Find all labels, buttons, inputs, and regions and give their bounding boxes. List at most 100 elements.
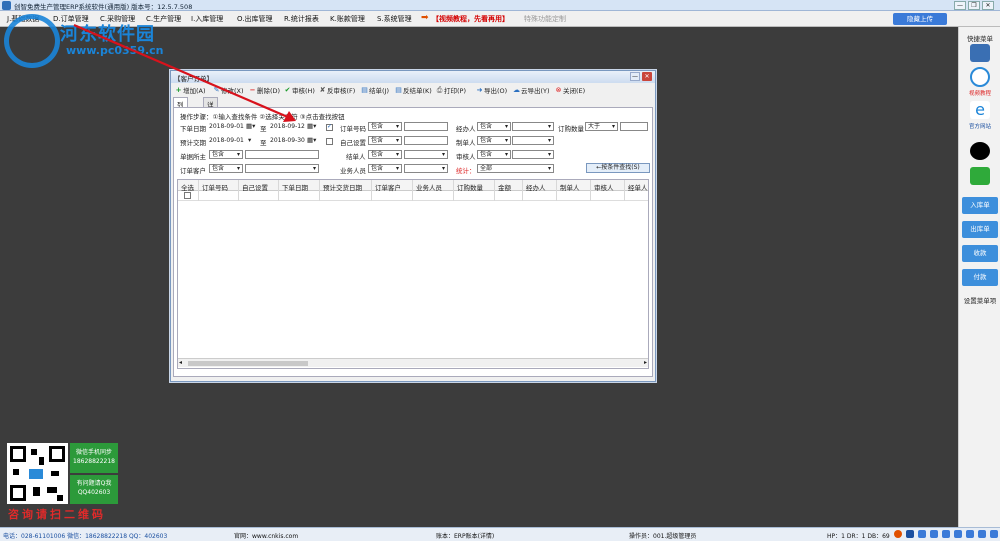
menu-inbound[interactable]: I.入库管理 <box>191 14 223 24</box>
order-no-input[interactable] <box>404 122 448 131</box>
user-icon[interactable] <box>978 530 986 538</box>
close-order-button[interactable]: ▤ 结单(J) <box>361 85 389 95</box>
maximize-button[interactable]: ❐ <box>968 1 980 10</box>
auditor-op-select[interactable]: 包含 <box>477 150 511 159</box>
stat-select[interactable]: 全部 <box>477 164 554 173</box>
grid-divider <box>278 180 279 201</box>
search-button[interactable]: ←按条件查找(S) <box>586 163 650 173</box>
audit-button[interactable]: ✔ 审核(H) <box>284 85 315 95</box>
order-date-from[interactable]: 2018-09-01 <box>209 122 244 131</box>
order-no-op-select[interactable]: 包含 <box>368 122 402 131</box>
plus-icon: + <box>175 85 182 94</box>
edit-icon: ✎ <box>213 85 220 94</box>
export-button[interactable]: ➜ 导出(O) <box>476 85 508 95</box>
grid-divider <box>238 180 239 201</box>
customer-label: 订单客户 <box>180 167 206 175</box>
calendar-icon[interactable]: ▦▾ <box>307 122 316 130</box>
holder-label: 单据所主 <box>180 153 206 161</box>
menu-video-tutorial[interactable]: 【视频教程，先看再用】 <box>432 14 509 24</box>
menu-accounts[interactable]: K.账款管理 <box>330 14 365 24</box>
grid-icon[interactable] <box>990 530 998 538</box>
maker-select[interactable] <box>512 136 554 145</box>
quick-outbound-button[interactable]: 出库单 <box>962 221 998 238</box>
audit-label: 审核(H) <box>292 87 315 95</box>
print-button[interactable]: ⎙ 打印(P) <box>436 85 466 95</box>
punct-icon[interactable] <box>930 530 938 538</box>
minimize-button[interactable]: — <box>954 1 966 10</box>
calendar-icon[interactable]: ▦▾ <box>307 136 316 144</box>
self-set-op-select[interactable]: 包含 <box>368 136 402 145</box>
menu-reports[interactable]: R.统计报表 <box>284 14 319 24</box>
order-date-label: 下单日期 <box>180 125 206 133</box>
wechat-icon[interactable] <box>970 167 990 185</box>
document-icon: ▤ <box>395 85 402 94</box>
scroll-right-icon[interactable]: ▸ <box>644 359 647 366</box>
video-play-icon[interactable] <box>970 67 990 87</box>
table-row <box>178 191 648 201</box>
close-button[interactable]: ⊗ 关闭(E) <box>555 85 586 95</box>
self-set-input[interactable] <box>404 136 448 145</box>
operation-steps: 操作步骤：①输入查找条件 ②选择关系符 ③点击查找按钮 <box>180 113 345 121</box>
qty-label: 订购数量 <box>558 125 584 133</box>
ime-icon[interactable] <box>894 530 902 538</box>
unaudit-button[interactable]: ✘ 反审核(F) <box>319 85 356 95</box>
moon-icon[interactable] <box>918 530 926 538</box>
customer-op-select[interactable]: 包含 <box>209 164 243 173</box>
video-tutorial-label[interactable]: 视频教程 <box>959 89 1000 97</box>
cloud-upload-button[interactable]: 隐藏上传 <box>893 13 947 25</box>
horizontal-scrollbar[interactable]: ◂ ▸ <box>178 358 648 367</box>
maker-op-select[interactable]: 包含 <box>477 136 511 145</box>
calendar-icon[interactable]: ▦▾ <box>246 122 255 130</box>
settle-op-select[interactable]: 包含 <box>368 150 402 159</box>
scroll-thumb[interactable] <box>188 361 308 366</box>
dialog-toolbar: + 增加(A) ✎ 修改(X) − 删除(D) ✔ 审核(H) ✘ 反审核(F) ▤ 结单(… <box>171 83 655 96</box>
settle-select[interactable] <box>404 150 448 159</box>
browser-icon[interactable]: e <box>970 101 990 119</box>
reopen-order-button[interactable]: ▤ 反结单(K) <box>395 85 432 95</box>
qty-input[interactable] <box>620 122 648 131</box>
holder-op-select[interactable]: 包含 <box>209 150 243 159</box>
holder-input[interactable] <box>245 150 319 159</box>
sales-op-select[interactable]: 包含 <box>368 164 402 173</box>
delivery-to[interactable]: 2018-09-30 <box>270 136 305 145</box>
delete-button[interactable]: − 删除(D) <box>249 85 281 95</box>
quick-receive-button[interactable]: 收款 <box>962 245 998 262</box>
quick-inbound-button[interactable]: 入库单 <box>962 197 998 214</box>
menu-settings-link[interactable]: 设置菜单项 <box>959 295 1000 305</box>
delivery-from[interactable]: 2018-09-01 <box>209 136 244 145</box>
quick-pay-button[interactable]: 付款 <box>962 269 998 286</box>
menu-outbound[interactable]: O.出库管理 <box>237 14 272 24</box>
keyboard-icon[interactable] <box>954 530 962 538</box>
calculator-icon[interactable] <box>970 44 990 62</box>
close-window-button[interactable]: ✕ <box>982 1 994 10</box>
dialog-minimize-button[interactable]: — <box>630 72 640 81</box>
menu-system[interactable]: S.系统管理 <box>377 14 412 24</box>
grid-divider <box>624 180 625 201</box>
handler-op-select[interactable]: 包含 <box>477 122 511 131</box>
customer-select[interactable] <box>245 164 319 173</box>
auditor-select[interactable] <box>512 150 554 159</box>
delivery-checkbox[interactable] <box>326 138 333 145</box>
dialog-title: 【客户订单】 <box>174 75 213 83</box>
qty-op-select[interactable]: 大于 <box>585 122 618 131</box>
skin-icon[interactable] <box>966 530 974 538</box>
row-checkbox[interactable] <box>184 192 191 199</box>
mic-icon[interactable] <box>942 530 950 538</box>
grid-divider <box>198 180 199 201</box>
close-label: 关闭(E) <box>563 87 586 95</box>
menu-custom[interactable]: 特殊功能定制 <box>524 14 566 24</box>
lang-icon[interactable] <box>906 530 914 538</box>
order-date-checkbox[interactable] <box>326 123 333 131</box>
official-site-label[interactable]: 官方网站 <box>959 122 1000 130</box>
order-date-to[interactable]: 2018-09-12 <box>270 122 305 131</box>
qq-icon[interactable] <box>970 142 990 160</box>
dropdown-icon[interactable]: ▾ <box>248 136 251 144</box>
scroll-left-icon[interactable]: ◂ <box>179 359 182 366</box>
cloud-export-button[interactable]: ☁ 云导出(Y) <box>513 85 550 95</box>
edit-button[interactable]: ✎ 修改(X) <box>213 85 244 95</box>
sales-select[interactable] <box>404 164 448 173</box>
handler-select[interactable] <box>512 122 554 131</box>
cloud-icon: ☁ <box>513 85 520 94</box>
add-button[interactable]: + 增加(A) <box>175 85 206 95</box>
dialog-close-button[interactable]: ✕ <box>642 72 652 81</box>
